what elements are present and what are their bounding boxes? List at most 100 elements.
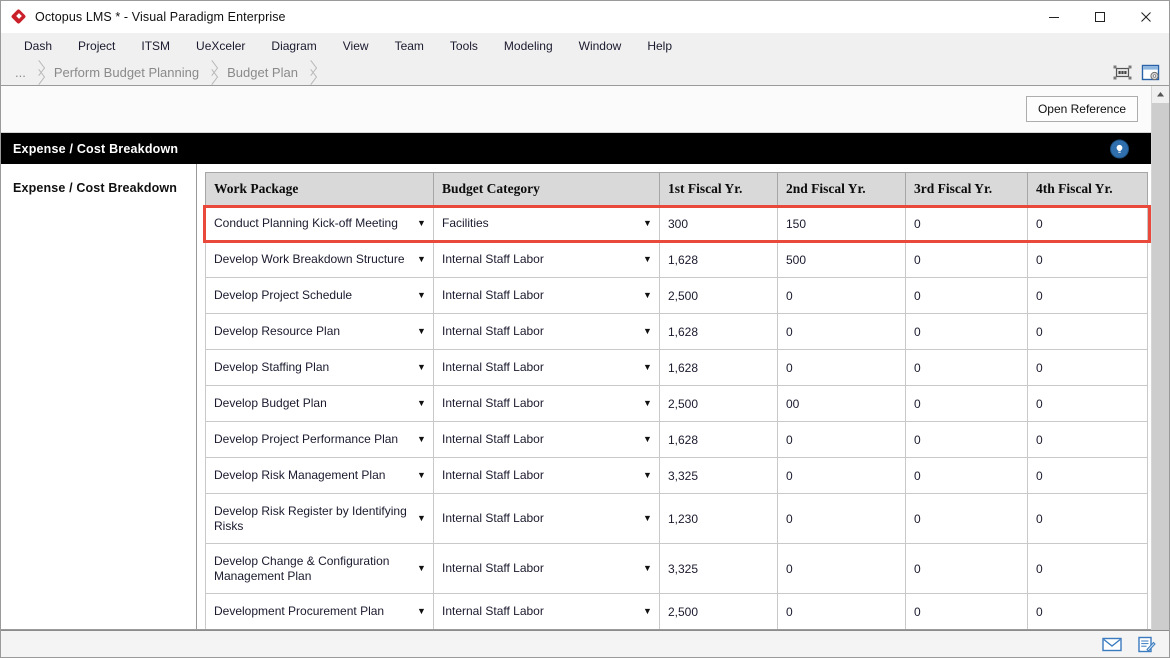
table-row[interactable]: Develop Staffing Plan ▼ Internal Staff Lab…: [205, 349, 1148, 386]
table-row[interactable]: Develop Project Schedule ▼ Internal Staff …: [205, 277, 1148, 314]
fiscal-yr-3-cell[interactable]: 0: [905, 421, 1028, 458]
table-row[interactable]: Development Procurement Plan ▼ Internal St…: [205, 593, 1148, 629]
chevron-down-icon[interactable]: ▼: [642, 607, 653, 616]
chevron-down-icon[interactable]: ▼: [416, 607, 427, 616]
fiscal-yr-1-cell[interactable]: 2,500: [659, 593, 778, 629]
chevron-down-icon[interactable]: ▼: [642, 327, 653, 336]
table-row[interactable]: Develop Risk Management Plan ▼ Internal St…: [205, 457, 1148, 494]
chevron-down-icon[interactable]: ▼: [642, 399, 653, 408]
table-row[interactable]: Develop Change & Configuration Managemen…: [205, 543, 1148, 594]
fiscal-yr-2-cell[interactable]: 0: [777, 493, 906, 544]
open-reference-button[interactable]: Open Reference: [1025, 96, 1138, 122]
menu-item-project[interactable]: Project: [65, 33, 128, 59]
menu-item-team[interactable]: Team: [382, 33, 437, 59]
breadcrumb-item-perform-budget-planning[interactable]: Perform Budget Planning: [46, 59, 206, 85]
close-button[interactable]: [1123, 1, 1169, 32]
chevron-down-icon[interactable]: ▼: [416, 327, 427, 336]
fiscal-yr-2-cell[interactable]: 0: [777, 457, 906, 494]
vertical-scrollbar[interactable]: [1151, 86, 1169, 630]
fiscal-yr-1-cell[interactable]: 1,628: [659, 421, 778, 458]
chevron-down-icon[interactable]: ▼: [642, 514, 653, 523]
fiscal-yr-4-cell[interactable]: 0: [1027, 349, 1148, 386]
chevron-down-icon[interactable]: ▼: [416, 399, 427, 408]
fiscal-yr-3-cell[interactable]: 0: [905, 385, 1028, 422]
fiscal-yr-1-cell[interactable]: 2,500: [659, 277, 778, 314]
menu-item-uexceler[interactable]: UeXceler: [183, 33, 258, 59]
fiscal-yr-4-cell[interactable]: 0: [1027, 385, 1148, 422]
fiscal-yr-3-cell[interactable]: 0: [905, 313, 1028, 350]
chevron-down-icon[interactable]: ▼: [642, 564, 653, 573]
column-header-fiscal-yr-2[interactable]: 2nd Fiscal Yr.: [777, 172, 906, 206]
column-header-fiscal-yr-3[interactable]: 3rd Fiscal Yr.: [905, 172, 1028, 206]
column-header-fiscal-yr-4[interactable]: 4th Fiscal Yr.: [1027, 172, 1148, 206]
table-row[interactable]: Develop Work Breakdown Structure ▼ Interna…: [205, 241, 1148, 278]
work-package-cell[interactable]: Develop Resource Plan ▼: [205, 313, 434, 350]
work-package-cell[interactable]: Develop Budget Plan ▼: [205, 385, 434, 422]
fiscal-yr-1-cell[interactable]: 1,628: [659, 349, 778, 386]
work-package-cell[interactable]: Conduct Planning Kick-off Meeting ▼: [205, 205, 434, 242]
fiscal-yr-2-cell[interactable]: 0: [777, 421, 906, 458]
minimize-button[interactable]: [1031, 1, 1077, 32]
fiscal-yr-2-cell[interactable]: 0: [777, 313, 906, 350]
chevron-down-icon[interactable]: ▼: [642, 435, 653, 444]
work-package-cell[interactable]: Develop Staffing Plan ▼: [205, 349, 434, 386]
fiscal-yr-2-cell[interactable]: 150: [777, 205, 906, 242]
chevron-down-icon[interactable]: ▼: [642, 219, 653, 228]
fiscal-yr-3-cell[interactable]: 0: [905, 241, 1028, 278]
column-header-work-package[interactable]: Work Package: [205, 172, 434, 206]
fiscal-yr-4-cell[interactable]: 0: [1027, 205, 1148, 242]
chevron-down-icon[interactable]: ▼: [642, 471, 653, 480]
menu-item-modeling[interactable]: Modeling: [491, 33, 566, 59]
fiscal-yr-4-cell[interactable]: 0: [1027, 313, 1148, 350]
fiscal-yr-4-cell[interactable]: 0: [1027, 421, 1148, 458]
fiscal-yr-1-cell[interactable]: 1,628: [659, 313, 778, 350]
chevron-down-icon[interactable]: ▼: [642, 255, 653, 264]
work-package-cell[interactable]: Develop Risk Register by Identifying Ris…: [205, 493, 434, 544]
fiscal-yr-4-cell[interactable]: 0: [1027, 493, 1148, 544]
fiscal-yr-2-cell[interactable]: 0: [777, 543, 906, 594]
fiscal-yr-2-cell[interactable]: 0: [777, 593, 906, 629]
fiscal-yr-1-cell[interactable]: 1,628: [659, 241, 778, 278]
scrollbar-thumb[interactable]: [1152, 103, 1169, 630]
fiscal-yr-2-cell[interactable]: 500: [777, 241, 906, 278]
chevron-down-icon[interactable]: ▼: [416, 564, 427, 573]
fiscal-yr-4-cell[interactable]: 0: [1027, 241, 1148, 278]
menu-item-window[interactable]: Window: [566, 33, 635, 59]
chevron-down-icon[interactable]: ▼: [416, 291, 427, 300]
fiscal-yr-4-cell[interactable]: 0: [1027, 593, 1148, 629]
scroll-up-arrow-icon[interactable]: [1152, 86, 1169, 103]
table-row[interactable]: Develop Budget Plan ▼ Internal Staff Labor…: [205, 385, 1148, 422]
fiscal-yr-4-cell[interactable]: 0: [1027, 457, 1148, 494]
fiscal-yr-2-cell[interactable]: 0: [777, 277, 906, 314]
work-package-cell[interactable]: Development Procurement Plan ▼: [205, 593, 434, 629]
fiscal-yr-4-cell[interactable]: 0: [1027, 277, 1148, 314]
work-package-cell[interactable]: Develop Work Breakdown Structure ▼: [205, 241, 434, 278]
fiscal-yr-2-cell[interactable]: 0: [777, 349, 906, 386]
fiscal-yr-2-cell[interactable]: 00: [777, 385, 906, 422]
fiscal-yr-3-cell[interactable]: 0: [905, 349, 1028, 386]
chevron-down-icon[interactable]: ▼: [416, 435, 427, 444]
lightbulb-icon[interactable]: [1110, 139, 1129, 158]
maximize-button[interactable]: [1077, 1, 1123, 32]
budget-category-cell[interactable]: Facilities ▼: [433, 205, 660, 242]
fit-to-screen-icon[interactable]: [1111, 62, 1133, 82]
form-window-icon[interactable]: [1139, 62, 1161, 82]
column-header-budget-category[interactable]: Budget Category: [433, 172, 660, 206]
menu-item-view[interactable]: View: [330, 33, 382, 59]
breadcrumb-item-root[interactable]: ...: [7, 59, 33, 85]
fiscal-yr-1-cell[interactable]: 1,230: [659, 493, 778, 544]
fiscal-yr-1-cell[interactable]: 2,500: [659, 385, 778, 422]
menu-item-tools[interactable]: Tools: [437, 33, 491, 59]
table-row[interactable]: Conduct Planning Kick-off Meeting ▼ Facili…: [205, 205, 1148, 242]
work-package-cell[interactable]: Develop Project Performance Plan ▼: [205, 421, 434, 458]
budget-category-cell[interactable]: Internal Staff Labor ▼: [433, 493, 660, 544]
menu-item-itsm[interactable]: ITSM: [128, 33, 183, 59]
budget-category-cell[interactable]: Internal Staff Labor ▼: [433, 277, 660, 314]
budget-category-cell[interactable]: Internal Staff Labor ▼: [433, 421, 660, 458]
budget-category-cell[interactable]: Internal Staff Labor ▼: [433, 313, 660, 350]
work-package-cell[interactable]: Develop Risk Management Plan ▼: [205, 457, 434, 494]
chevron-down-icon[interactable]: ▼: [642, 363, 653, 372]
menu-item-diagram[interactable]: Diagram: [258, 33, 329, 59]
fiscal-yr-3-cell[interactable]: 0: [905, 493, 1028, 544]
chevron-down-icon[interactable]: ▼: [416, 363, 427, 372]
